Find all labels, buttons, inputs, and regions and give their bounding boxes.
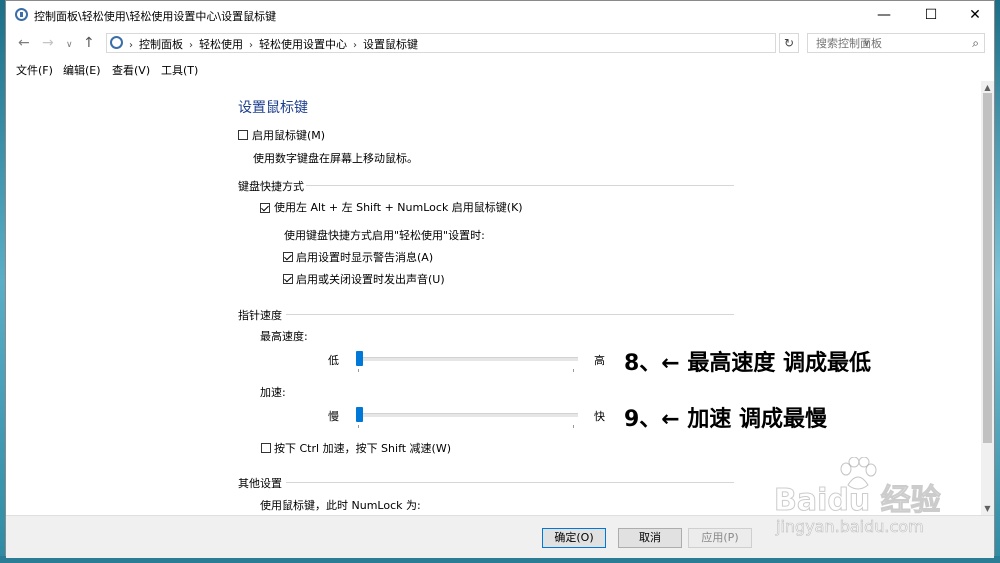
section-divider (286, 314, 734, 315)
enable-mousekeys-label[interactable]: 启用鼠标键(M) (252, 127, 325, 143)
scroll-down-arrow-icon[interactable]: ▼ (981, 504, 994, 513)
address-bar: ← → ∨ ↑ ›控制面板›轻松使用›轻松使用设置中心›设置鼠标键 ∨ ↻ ⌕ (6, 30, 994, 56)
close-button[interactable]: ✕ (953, 1, 997, 29)
control-panel-window: 控制面板\轻松使用\轻松使用设置中心\设置鼠标键 — ☐ ✕ ← → ∨ ↑ ›… (5, 0, 995, 558)
slider-tick (358, 425, 359, 428)
watermark-url: jingyan.baidu.com (776, 517, 924, 537)
show-warning-checkbox[interactable] (283, 252, 293, 262)
other-settings-header: 其他设置 (238, 477, 282, 490)
alt-shift-numlock-label[interactable]: 使用左 Alt + 左 Shift + NumLock 启用鼠标键(K) (274, 199, 523, 215)
refresh-icon[interactable]: ↻ (779, 33, 799, 53)
breadcrumb-item-control-panel[interactable]: 控制面板 (139, 38, 183, 51)
scrollbar-thumb[interactable] (983, 93, 992, 443)
slider-tick (573, 369, 574, 372)
window-title: 控制面板\轻松使用\轻松使用设置中心\设置鼠标键 (34, 10, 277, 23)
ok-button[interactable]: 确定(O) (542, 528, 606, 548)
breadcrumb-item-ease-center[interactable]: 轻松使用设置中心 (259, 38, 347, 51)
breadcrumb-chevron-icon: › (249, 40, 253, 51)
minimize-button[interactable]: — (862, 1, 906, 29)
maximize-button[interactable]: ☐ (909, 1, 953, 29)
page-title: 设置鼠标键 (238, 100, 308, 116)
acceleration-slider-thumb[interactable] (356, 407, 363, 422)
section-divider (306, 185, 734, 186)
vertical-scrollbar[interactable]: ▲ ▼ (981, 81, 994, 515)
top-speed-slider-track[interactable] (358, 357, 578, 361)
control-panel-small-icon (110, 36, 123, 49)
numlock-caption: 使用鼠标键，此时 NumLock 为: (260, 499, 421, 512)
menu-file[interactable]: 文件(F) (16, 62, 53, 78)
apply-button[interactable]: 应用(P) (688, 528, 752, 548)
top-speed-slider-thumb[interactable] (356, 351, 363, 366)
ctrl-shift-checkbox[interactable] (261, 443, 271, 453)
shortcut-options-caption: 使用键盘快捷方式启用"轻松使用"设置时: (284, 229, 485, 242)
breadcrumb-item-mouse-keys[interactable]: 设置鼠标键 (363, 38, 418, 51)
menu-tools[interactable]: 工具(T) (161, 62, 198, 78)
annotation-step-8: 8、← 最高速度 调成最低 (624, 351, 872, 376)
main-content: 设置鼠标键 启用鼠标键(M) 使用数字键盘在屏幕上移动鼠标。 键盘快捷方式 使用… (6, 81, 981, 515)
control-panel-icon (15, 8, 28, 21)
breadcrumb-chevron-icon: › (353, 40, 357, 51)
up-arrow-icon[interactable]: ↑ (83, 34, 95, 52)
slider-tick (573, 425, 574, 428)
make-sound-checkbox[interactable] (283, 274, 293, 284)
breadcrumb-chevron-icon: › (189, 40, 193, 51)
scroll-up-arrow-icon[interactable]: ▲ (981, 83, 994, 92)
show-warning-label[interactable]: 启用设置时显示警告消息(A) (296, 249, 433, 265)
cancel-button[interactable]: 取消 (618, 528, 682, 548)
breadcrumb: › 控制面板 › 轻松使用 › 轻松使用设置中心 › 设置鼠标键 (129, 36, 418, 52)
acceleration-label: 加速: (260, 386, 286, 399)
slider-tick (358, 369, 359, 372)
menu-bar: 文件(F) 编辑(E) 查看(V) 工具(T) (6, 59, 994, 79)
enable-mousekeys-description: 使用数字键盘在屏幕上移动鼠标。 (253, 152, 418, 165)
alt-shift-numlock-checkbox[interactable] (260, 203, 270, 213)
search-icon[interactable]: ⌕ (972, 36, 979, 51)
acceleration-slider-track[interactable] (358, 413, 578, 417)
enable-mousekeys-checkbox[interactable] (238, 130, 248, 140)
menu-edit[interactable]: 编辑(E) (63, 62, 101, 78)
pointer-speed-header: 指针速度 (238, 309, 282, 322)
acceleration-fast-label: 快 (594, 410, 605, 423)
ctrl-shift-label[interactable]: 按下 Ctrl 加速，按下 Shift 减速(W) (274, 440, 451, 456)
top-speed-low-label: 低 (328, 354, 339, 367)
menu-view[interactable]: 查看(V) (112, 62, 150, 78)
recent-chevron-down-icon[interactable]: ∨ (66, 36, 73, 54)
search-input[interactable] (814, 36, 958, 51)
top-speed-high-label: 高 (594, 354, 605, 367)
address-field[interactable]: › 控制面板 › 轻松使用 › 轻松使用设置中心 › 设置鼠标键 ∨ (106, 33, 870, 53)
back-arrow-icon[interactable]: ← (18, 34, 30, 52)
acceleration-slow-label: 慢 (328, 410, 339, 423)
section-divider (286, 482, 734, 483)
make-sound-label[interactable]: 启用或关闭设置时发出声音(U) (296, 271, 445, 287)
keyboard-shortcut-header: 键盘快捷方式 (238, 180, 304, 193)
title-bar: 控制面板\轻松使用\轻松使用设置中心\设置鼠标键 — ☐ ✕ (6, 1, 994, 29)
forward-arrow-icon[interactable]: → (42, 34, 54, 52)
desktop-background-right (995, 0, 1000, 563)
breadcrumb-chevron-icon: › (129, 40, 133, 51)
watermark-brand: Baidu 经验 (774, 483, 942, 519)
search-box[interactable]: ⌕ (807, 33, 985, 53)
top-speed-label: 最高速度: (260, 330, 308, 343)
breadcrumb-item-ease-of-access[interactable]: 轻松使用 (199, 38, 243, 51)
annotation-step-9: 9、← 加速 调成最慢 (624, 407, 828, 432)
